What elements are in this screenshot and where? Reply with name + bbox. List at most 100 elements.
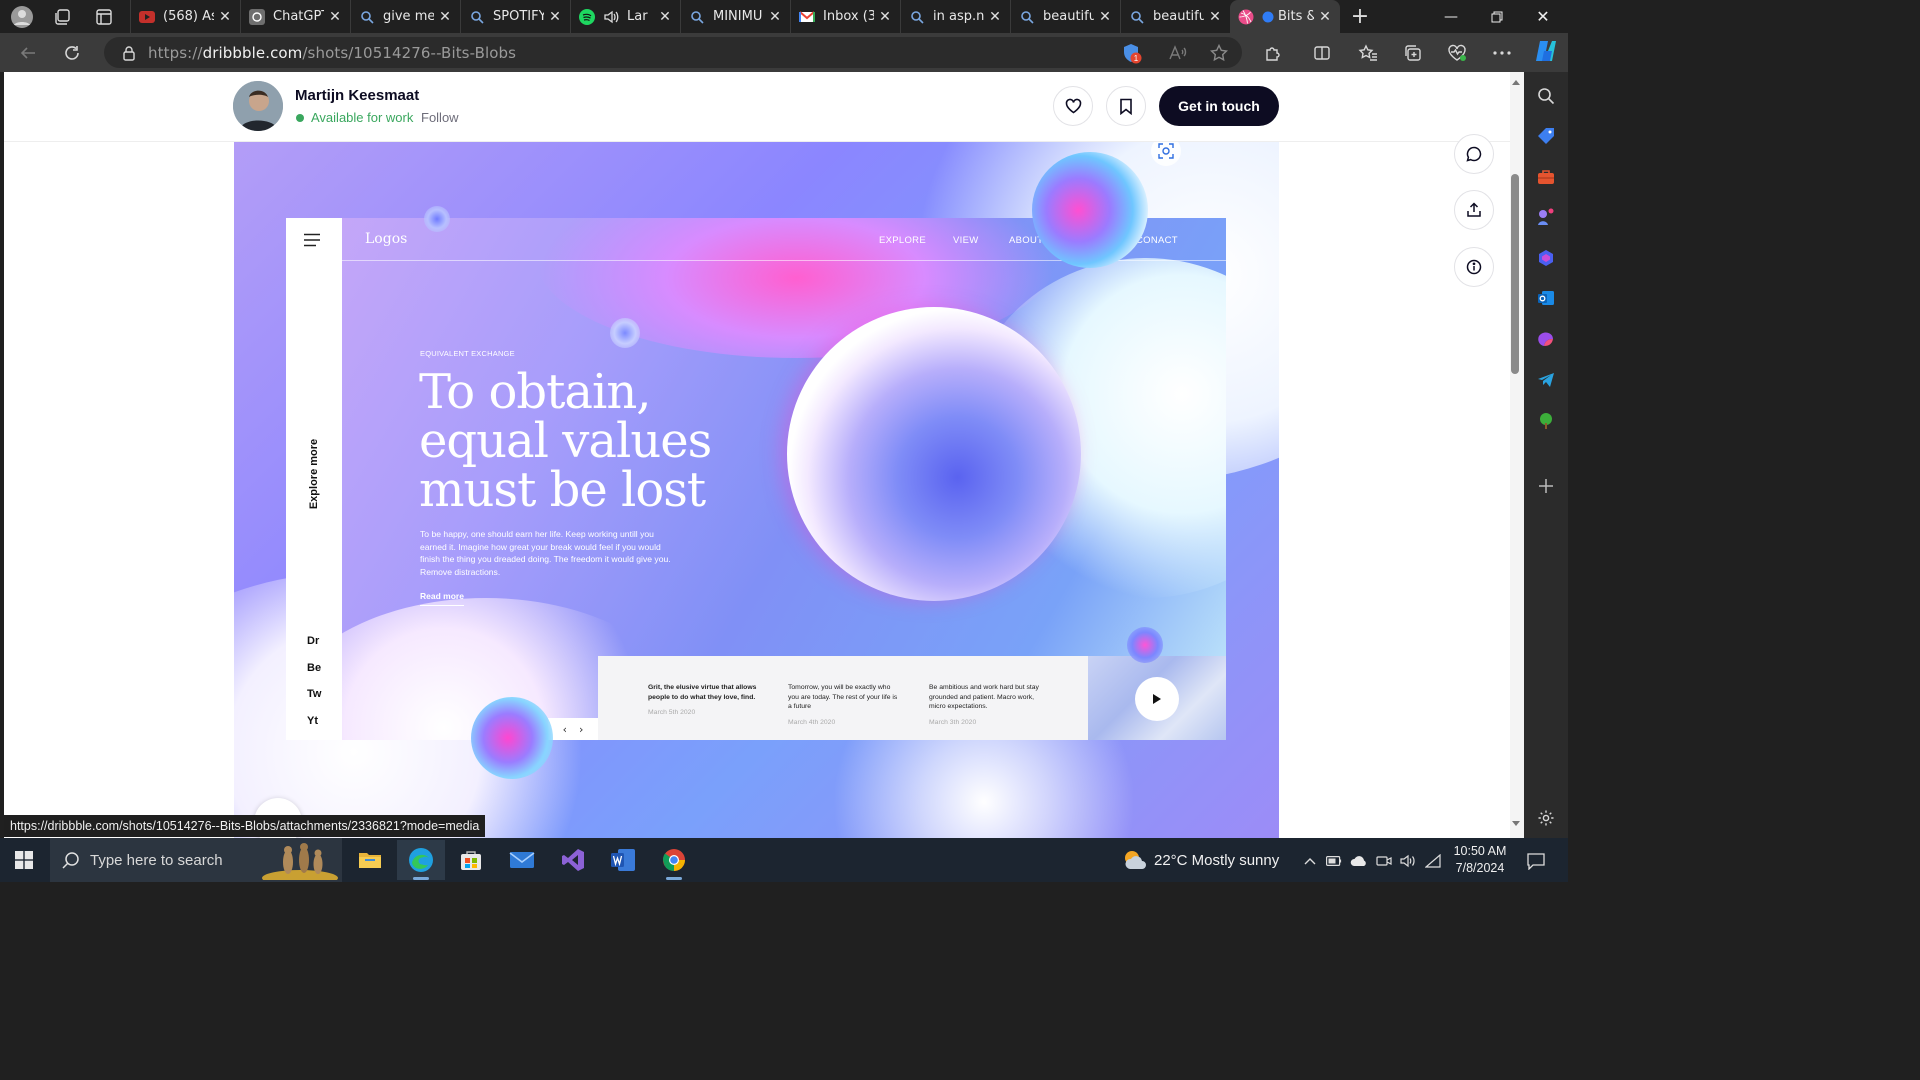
network-wifi-icon[interactable] <box>1424 852 1442 870</box>
restore-button[interactable] <box>1474 0 1520 33</box>
tab-10-active[interactable]: Bits & ✕ <box>1230 0 1340 33</box>
taskbar-chrome[interactable] <box>650 840 698 880</box>
scrollbar-thumb[interactable] <box>1511 174 1519 374</box>
tab-4[interactable]: Lar ✕ <box>570 0 680 33</box>
extensions-icon[interactable] <box>1259 40 1287 66</box>
read-aloud-icon[interactable] <box>1164 40 1192 66</box>
settings-more-icon[interactable] <box>1488 40 1516 66</box>
save-button[interactable] <box>1106 86 1146 126</box>
mockup-logo: Logos <box>365 231 408 247</box>
tab-title: Inbox (3 <box>823 9 874 24</box>
profile-icon[interactable] <box>8 3 36 31</box>
tools-briefcase-icon[interactable] <box>1536 167 1556 187</box>
meet-now-icon[interactable] <box>1375 852 1393 870</box>
mockup-cards: Grit, the elusive virtue that allows peo… <box>598 656 1088 740</box>
tab-3[interactable]: SPOTIFY ✕ <box>460 0 570 33</box>
tab-7[interactable]: in asp.n ✕ <box>900 0 1010 33</box>
scroll-down-arrow-icon[interactable] <box>1511 820 1521 830</box>
vertical-tabs-icon[interactable] <box>90 3 118 31</box>
close-tab-icon[interactable]: ✕ <box>1098 9 1112 25</box>
copilot-icon[interactable] <box>1532 38 1560 64</box>
visual-studio-icon <box>561 848 585 872</box>
new-tab-button[interactable]: + <box>1340 0 1380 33</box>
availability-status[interactable]: Available for work <box>296 110 413 125</box>
dribbble-icon <box>1238 9 1254 25</box>
designer-icon[interactable] <box>1536 329 1556 349</box>
mockup-nav-contact: CONACT <box>1136 235 1178 246</box>
author-name[interactable]: Martijn Keesmaat <box>295 87 419 104</box>
tab-title: ChatGPT <box>273 9 324 24</box>
mockup-card: Be ambitious and work hard but stay grou… <box>929 683 1039 727</box>
tab-6[interactable]: Inbox (3 ✕ <box>790 0 900 33</box>
performance-icon[interactable] <box>1443 40 1471 66</box>
favorite-star-icon[interactable] <box>1205 40 1233 66</box>
play-icon <box>1152 693 1162 705</box>
sidebar-search-icon[interactable] <box>1536 86 1556 106</box>
telegram-send-icon[interactable] <box>1536 370 1556 390</box>
taskbar-word[interactable] <box>599 840 647 880</box>
taskbar-clock[interactable]: 10:50 AM 7/8/2024 <box>1446 843 1514 877</box>
close-tab-icon[interactable]: ✕ <box>988 9 1002 25</box>
split-screen-icon[interactable] <box>1308 40 1336 66</box>
close-tab-icon[interactable]: ✕ <box>218 9 232 25</box>
tab-1[interactable]: ChatGPT ✕ <box>240 0 350 33</box>
battery-icon[interactable] <box>1325 852 1343 870</box>
onedrive-cloud-icon[interactable] <box>1350 852 1368 870</box>
tree-app-icon[interactable] <box>1536 411 1556 431</box>
scroll-up-arrow-icon[interactable] <box>1511 78 1521 88</box>
minimize-button[interactable]: — <box>1428 0 1474 33</box>
get-in-touch-button[interactable]: Get in touch <box>1159 86 1279 126</box>
explore-more-label: Explore more <box>308 438 320 510</box>
outlook-icon[interactable] <box>1536 288 1556 308</box>
microsoft-365-icon[interactable] <box>1536 248 1556 268</box>
taskbar-mail[interactable] <box>498 840 546 880</box>
follow-link[interactable]: Follow <box>421 110 459 125</box>
sidebar-settings-gear-icon[interactable] <box>1536 808 1556 828</box>
close-tab-icon[interactable]: ✕ <box>1318 9 1332 25</box>
volume-icon[interactable] <box>1399 852 1417 870</box>
close-tab-icon[interactable]: ✕ <box>438 9 452 25</box>
tab-0[interactable]: (568) As ✕ <box>130 0 240 33</box>
lock-icon[interactable] <box>122 45 136 61</box>
close-tab-icon[interactable]: ✕ <box>658 9 672 25</box>
close-tab-icon[interactable]: ✕ <box>1208 9 1222 25</box>
details-button[interactable] <box>1454 247 1494 287</box>
start-button[interactable] <box>0 838 48 882</box>
taskbar-visual-studio[interactable] <box>549 840 597 880</box>
games-icon[interactable] <box>1536 207 1556 227</box>
close-tab-icon[interactable]: ✕ <box>328 9 342 25</box>
author-avatar[interactable] <box>233 81 283 131</box>
shield-extension-icon[interactable]: 1 <box>1118 40 1146 66</box>
taskbar-file-explorer[interactable] <box>346 840 394 880</box>
speaker-icon[interactable] <box>603 9 619 25</box>
taskbar-edge[interactable] <box>397 840 445 880</box>
comments-button[interactable] <box>1454 134 1494 174</box>
favorites-icon[interactable] <box>1354 40 1382 66</box>
mockup-headline: To obtain, equal values must be lost <box>419 364 712 518</box>
shopping-tag-icon[interactable] <box>1536 126 1556 146</box>
collections-icon[interactable] <box>1399 40 1427 66</box>
close-tab-icon[interactable]: ✕ <box>768 9 782 25</box>
url-text[interactable]: https://dribbble.com/shots/10514276--Bit… <box>148 44 516 62</box>
taskbar-store[interactable] <box>447 840 495 880</box>
like-button[interactable] <box>1053 86 1093 126</box>
notification-center-icon[interactable] <box>1526 851 1546 871</box>
taskbar-search-box[interactable]: Type here to search <box>50 838 342 882</box>
tab-9[interactable]: beautifu ✕ <box>1120 0 1230 33</box>
tab-8[interactable]: beautifu ✕ <box>1010 0 1120 33</box>
weather-widget[interactable]: 22°C Mostly sunny <box>1122 849 1279 871</box>
tab-2[interactable]: give me ✕ <box>350 0 460 33</box>
close-window-button[interactable]: ✕ <box>1520 0 1566 33</box>
tab-5[interactable]: MINIMU ✕ <box>680 0 790 33</box>
page-scrollbar[interactable] <box>1510 72 1524 838</box>
refresh-button[interactable] <box>52 37 92 69</box>
workspaces-icon[interactable] <box>48 3 76 31</box>
add-sidebar-app-icon[interactable] <box>1536 476 1556 496</box>
address-bar[interactable]: https://dribbble.com/shots/10514276--Bit… <box>104 37 1242 68</box>
close-tab-icon[interactable]: ✕ <box>548 9 562 25</box>
tray-overflow-chevron-icon[interactable] <box>1301 852 1319 870</box>
share-button[interactable] <box>1454 190 1494 230</box>
back-button[interactable] <box>8 37 48 69</box>
close-tab-icon[interactable]: ✕ <box>878 9 892 25</box>
shot-image[interactable]: Explore more Dr Be Tw Yt Logos EXPLORE V… <box>234 142 1279 838</box>
